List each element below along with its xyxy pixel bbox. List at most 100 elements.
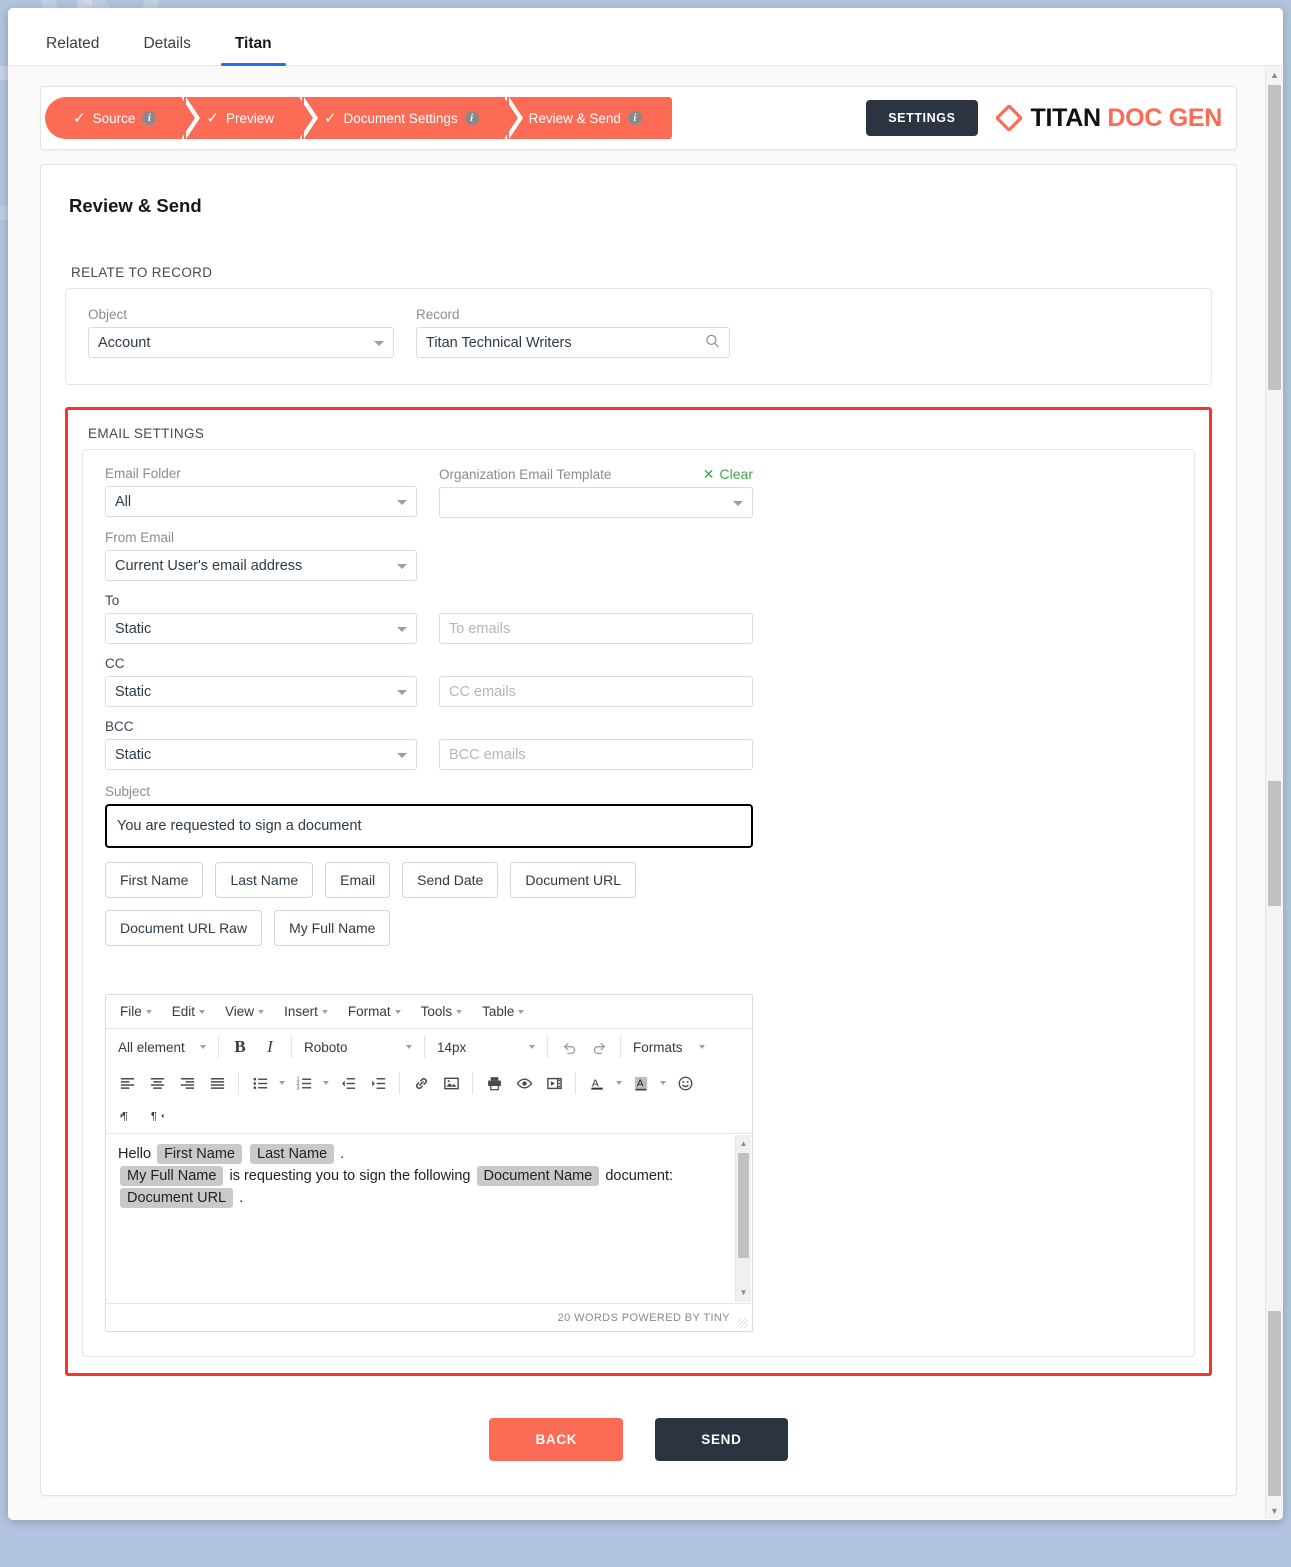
clear-template-button[interactable]: ✕ Clear	[703, 466, 753, 482]
merge-field-document-url[interactable]: Document URL	[120, 1187, 234, 1208]
bullet-list-options-icon[interactable]	[275, 1069, 289, 1097]
to-emails-input[interactable]: To emails	[439, 613, 753, 644]
merge-field-first-name[interactable]: First Name	[157, 1144, 242, 1164]
align-justify-icon[interactable]	[202, 1069, 232, 1097]
chip-my-full-name[interactable]: My Full Name	[274, 910, 391, 946]
editor-content-area[interactable]: Hello First Name Last Name . My Full Nam…	[106, 1133, 752, 1303]
subject-value: You are requested to sign a document	[117, 818, 362, 834]
bold-button[interactable]: B	[225, 1033, 255, 1061]
chevron-down-icon	[394, 1009, 401, 1014]
cc-emails-input[interactable]: CC emails	[439, 676, 753, 707]
emoji-icon[interactable]	[670, 1069, 700, 1097]
settings-button[interactable]: SETTINGS	[866, 100, 978, 136]
merge-field-document-name[interactable]: Document Name	[476, 1165, 600, 1186]
record-input[interactable]: Titan Technical Writers	[416, 327, 730, 358]
search-icon[interactable]	[705, 333, 720, 352]
font-size-select[interactable]: 14px	[431, 1033, 541, 1061]
chevron-down-icon	[397, 499, 407, 505]
body-hello: Hello	[118, 1146, 152, 1162]
undo-button[interactable]	[554, 1033, 584, 1061]
chip-last-name[interactable]: Last Name	[215, 862, 314, 898]
text-color-options-icon[interactable]	[612, 1069, 626, 1097]
page-scrollbar-thumb[interactable]	[1268, 85, 1281, 390]
background-color-options-icon[interactable]	[656, 1069, 670, 1097]
page-scrollbar[interactable]: ▲ ▼	[1265, 66, 1283, 1519]
chip-first-name[interactable]: First Name	[105, 862, 204, 898]
wizard-step-source[interactable]: ✓ Source i	[45, 97, 201, 139]
rtl-icon[interactable]: ¶	[142, 1101, 172, 1129]
email-folder-label: Email Folder	[105, 466, 181, 481]
scroll-down-icon[interactable]: ▼	[1266, 1502, 1283, 1519]
chip-document-url-raw[interactable]: Document URL Raw	[105, 910, 263, 946]
outdent-icon[interactable]	[333, 1069, 363, 1097]
tab-titan[interactable]: Titan	[213, 35, 294, 66]
chip-email[interactable]: Email	[325, 862, 391, 898]
menu-table[interactable]: Table	[474, 1001, 532, 1022]
titan-doc-gen-logo: TITAN DOC GEN	[994, 103, 1223, 133]
align-right-icon[interactable]	[172, 1069, 202, 1097]
numbered-list-icon[interactable]: 123	[289, 1069, 319, 1097]
tab-details[interactable]: Details	[121, 35, 212, 65]
resize-handle-icon[interactable]	[738, 1318, 748, 1328]
from-email-select[interactable]: Current User's email address	[105, 550, 417, 581]
chip-send-date[interactable]: Send Date	[402, 862, 499, 898]
editor-scrollbar-thumb[interactable]	[738, 1153, 749, 1258]
menu-tools[interactable]: Tools	[413, 1001, 471, 1022]
menu-view[interactable]: View	[217, 1001, 272, 1022]
formats-select[interactable]: Formats	[627, 1033, 711, 1061]
indent-icon[interactable]	[363, 1069, 393, 1097]
from-email-value: Current User's email address	[115, 557, 303, 574]
chip-document-url[interactable]: Document URL	[510, 862, 637, 898]
send-button[interactable]: SEND	[655, 1418, 788, 1461]
org-template-select[interactable]	[439, 487, 753, 518]
image-icon[interactable]	[436, 1069, 466, 1097]
menu-format[interactable]: Format	[340, 1001, 409, 1022]
scroll-down-icon[interactable]: ▼	[736, 1285, 751, 1301]
menu-edit[interactable]: Edit	[164, 1001, 213, 1022]
numbered-list-options-icon[interactable]	[319, 1069, 333, 1097]
redo-button[interactable]	[584, 1033, 614, 1061]
info-icon[interactable]: i	[142, 111, 157, 125]
background-color-icon[interactable]: A	[626, 1069, 656, 1097]
scroll-up-icon[interactable]: ▲	[1266, 66, 1283, 83]
wizard-step-preview[interactable]: ✓ Preview	[184, 97, 318, 139]
align-center-icon[interactable]	[142, 1069, 172, 1097]
subject-input[interactable]: You are requested to sign a document	[105, 804, 753, 848]
align-left-icon[interactable]	[112, 1069, 142, 1097]
logo-text-primary: TITAN	[1030, 103, 1102, 132]
wizard-step-review-send[interactable]: Review & Send i	[506, 97, 672, 139]
back-button[interactable]: BACK	[489, 1418, 624, 1461]
merge-field-last-name[interactable]: Last Name	[250, 1144, 335, 1164]
to-mode-select[interactable]: Static	[105, 613, 417, 644]
email-folder-field: Email Folder All	[105, 466, 417, 518]
link-icon[interactable]	[406, 1069, 436, 1097]
print-icon[interactable]	[479, 1069, 509, 1097]
bullet-list-icon[interactable]	[245, 1069, 275, 1097]
tab-related[interactable]: Related	[24, 35, 121, 65]
text-color-icon[interactable]: A	[582, 1069, 612, 1097]
logo-text: TITAN DOC GEN	[1030, 103, 1223, 133]
email-folder-select[interactable]: All	[105, 486, 417, 517]
cc-mode-select[interactable]: Static	[105, 676, 417, 707]
menu-insert[interactable]: Insert	[276, 1001, 336, 1022]
object-select[interactable]: Account	[88, 327, 394, 358]
ltr-icon[interactable]: ¶	[112, 1101, 142, 1129]
menu-view-label: View	[225, 1004, 255, 1019]
bcc-emails-input[interactable]: BCC emails	[439, 739, 753, 770]
page-scrollbar-thumb-secondary[interactable]	[1268, 781, 1281, 906]
page-scrollbar-thumb-tertiary[interactable]	[1268, 1311, 1281, 1496]
menu-file[interactable]: File	[112, 1001, 160, 1022]
editor-scrollbar[interactable]: ▲ ▼	[735, 1135, 751, 1302]
bcc-mode-select[interactable]: Static	[105, 739, 417, 770]
bcc-field-group: BCC Static BCC emails	[105, 719, 1172, 770]
scroll-up-icon[interactable]: ▲	[736, 1136, 751, 1152]
preview-icon[interactable]	[509, 1069, 539, 1097]
element-select[interactable]: All element	[112, 1033, 212, 1061]
merge-field-my-full-name[interactable]: My Full Name	[120, 1165, 224, 1186]
info-icon[interactable]: i	[464, 111, 479, 125]
media-icon[interactable]	[539, 1069, 569, 1097]
italic-button[interactable]: I	[255, 1033, 285, 1061]
wizard-step-document-settings[interactable]: ✓ Document Settings i	[301, 97, 523, 139]
font-family-select[interactable]: Roboto	[298, 1033, 418, 1061]
info-icon[interactable]: i	[627, 111, 642, 125]
